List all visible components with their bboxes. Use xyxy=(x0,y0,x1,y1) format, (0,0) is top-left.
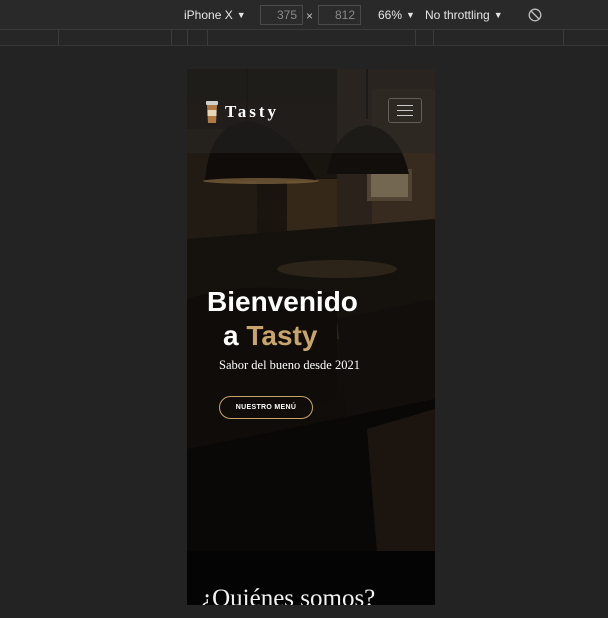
hamburger-line xyxy=(397,105,413,106)
ruler-divider xyxy=(415,30,416,45)
hero-title-prefix: a xyxy=(223,320,239,351)
throttling-label: No throttling xyxy=(425,8,490,22)
dimension-separator: × xyxy=(306,9,314,23)
coffee-cup-icon[interactable] xyxy=(204,99,220,125)
hamburger-line xyxy=(397,115,413,116)
ruler-divider xyxy=(171,30,172,45)
caret-down-icon: ▼ xyxy=(236,10,246,20)
hero-subtitle: Sabor del bueno desde 2021 xyxy=(219,358,360,372)
menu-button[interactable]: NUESTRO MENÚ xyxy=(219,396,313,419)
throttling-select[interactable]: No throttling ▼ xyxy=(425,8,503,22)
brand-name[interactable]: Tasty xyxy=(225,102,279,122)
menu-toggle-button[interactable] xyxy=(388,98,422,123)
hero-title-line1: Bienvenido xyxy=(207,286,358,317)
hero-title-line2: a Tasty xyxy=(207,319,427,353)
about-title: ¿Quiénes somos? xyxy=(201,585,376,605)
navbar: Tasty xyxy=(187,69,435,153)
device-label: iPhone X xyxy=(184,8,233,22)
media-query-ruler xyxy=(0,30,608,46)
ruler-divider xyxy=(433,30,434,45)
height-input[interactable]: 812 xyxy=(318,5,361,25)
width-input[interactable]: 375 xyxy=(260,5,303,25)
device-viewport: Tasty Bienvenido a Tasty Sabor del bueno… xyxy=(187,69,435,605)
hero-section: Tasty Bienvenido a Tasty Sabor del bueno… xyxy=(187,69,435,551)
ruler-divider xyxy=(207,30,208,45)
zoom-label: 66% xyxy=(378,8,403,22)
ruler-divider xyxy=(58,30,59,45)
zoom-select[interactable]: 66% ▼ xyxy=(378,8,415,22)
hero-title-accent: Tasty xyxy=(246,320,318,351)
about-section: ¿Quiénes somos? xyxy=(187,551,435,605)
device-toolbar: iPhone X ▼ 375 × 812 66% ▼ No throttling ▼ xyxy=(0,0,608,30)
ruler-divider xyxy=(187,30,188,45)
rotate-icon[interactable] xyxy=(528,8,542,22)
hero-title: Bienvenido a Tasty xyxy=(207,285,427,353)
caret-down-icon: ▼ xyxy=(493,10,503,20)
hamburger-line xyxy=(397,110,413,111)
device-select[interactable]: iPhone X ▼ xyxy=(184,8,246,22)
ruler-divider xyxy=(563,30,564,45)
caret-down-icon: ▼ xyxy=(406,10,415,20)
